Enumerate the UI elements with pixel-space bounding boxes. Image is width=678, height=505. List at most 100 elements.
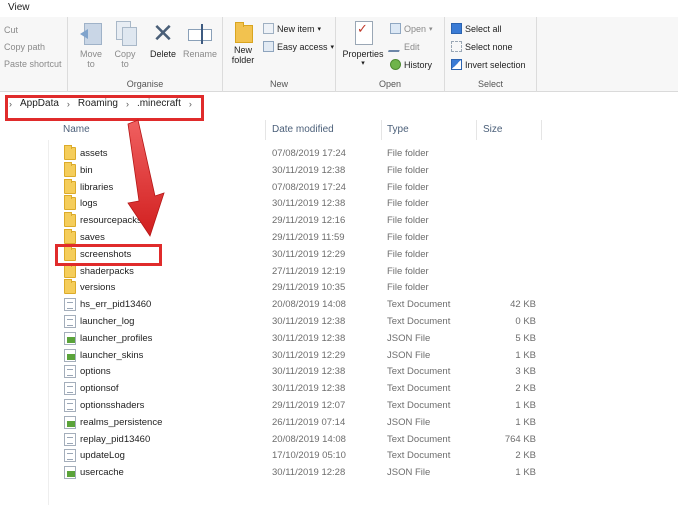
- open-group-label: Open: [378, 79, 402, 89]
- file-date-modified: 30/11/2019 12:38: [272, 316, 346, 327]
- select-all-button[interactable]: Select all: [451, 23, 502, 34]
- folder-icon: [64, 195, 76, 211]
- file-row[interactable]: updateLog 17/10/2019 05:10 Text Document 2 …: [60, 447, 550, 464]
- file-type: JSON File: [387, 349, 431, 361]
- select-group: Select all Select none Invert selection …: [445, 17, 537, 92]
- file-name: updateLog: [80, 450, 125, 462]
- open-button[interactable]: Open ▾: [390, 23, 433, 34]
- file-row[interactable]: assets 07/08/2019 17:24 File folder: [60, 145, 550, 162]
- column-divider[interactable]: [265, 120, 266, 140]
- file-row[interactable]: versions 29/11/2019 10:35 File folder: [60, 279, 550, 296]
- folder-icon: [64, 212, 76, 228]
- edit-icon: [387, 41, 404, 52]
- text-file-icon: [64, 365, 76, 379]
- tab-view[interactable]: View: [8, 2, 30, 13]
- edit-label: Edit: [404, 41, 420, 52]
- file-date-modified: 30/11/2019 12:38: [272, 332, 346, 344]
- invert-selection-icon: [451, 59, 462, 70]
- easy-access-icon: [263, 41, 274, 52]
- paste-shortcut-button[interactable]: Paste shortcut: [4, 59, 62, 69]
- invert-selection-label: Invert selection: [465, 59, 526, 70]
- file-row[interactable]: usercache 30/11/2019 12:28 JSON File 1 KB: [60, 464, 550, 481]
- new-group-label: New: [269, 79, 288, 89]
- file-row[interactable]: optionsshaders 29/11/2019 12:07 Text Docum…: [60, 397, 550, 414]
- new-item-icon: [263, 23, 274, 34]
- file-row[interactable]: resourcepacks 29/11/2019 12:16 File folder: [60, 212, 550, 229]
- new-folder-icon: [233, 21, 253, 43]
- file-row[interactable]: optionsof 30/11/2019 12:38 Text Document 2 …: [60, 380, 550, 397]
- file-date-modified: 20/08/2019 14:08: [272, 433, 346, 445]
- select-all-icon: [451, 23, 462, 34]
- new-folder-button[interactable]: New folder: [227, 21, 259, 65]
- file-type: Text Document: [387, 450, 451, 462]
- column-header-size[interactable]: Size: [483, 124, 502, 135]
- new-item-label: New item: [277, 23, 315, 34]
- column-header-type[interactable]: Type: [387, 124, 409, 135]
- file-type: File folder: [387, 198, 429, 210]
- delete-button[interactable]: ✕ Delete: [146, 20, 180, 59]
- file-row[interactable]: launcher_profiles 30/11/2019 12:38 JSON Fi…: [60, 330, 550, 347]
- file-type: Text Document: [387, 366, 451, 378]
- chevron-down-icon: ▾: [317, 25, 322, 33]
- file-type: File folder: [387, 282, 429, 294]
- file-size: 1 KB: [515, 467, 536, 479]
- folder-icon: [64, 262, 76, 278]
- paste-shortcut-label: Paste shortcut: [4, 59, 62, 69]
- chevron-down-icon: ▾: [330, 43, 335, 51]
- file-name: realms_persistence: [80, 416, 163, 428]
- file-size: 5 KB: [515, 332, 536, 344]
- screenshots-highlight-box: [55, 244, 162, 266]
- file-row[interactable]: logs 30/11/2019 12:38 File folder: [60, 195, 550, 212]
- column-divider[interactable]: [541, 120, 542, 140]
- new-item-button[interactable]: New item ▾: [263, 23, 321, 34]
- column-divider[interactable]: [381, 120, 382, 140]
- file-row[interactable]: hs_err_pid13460 20/08/2019 14:08 Text Docu…: [60, 296, 550, 313]
- easy-access-button[interactable]: Easy access ▾: [263, 41, 334, 52]
- new-group: New folder New item ▾ Easy access ▾ New: [223, 17, 336, 92]
- ribbon-tab-bar: View: [0, 0, 678, 17]
- history-button[interactable]: History: [390, 59, 432, 70]
- file-row[interactable]: realms_persistence 26/11/2019 07:14 JSON F…: [60, 414, 550, 431]
- file-row[interactable]: launcher_skins 30/11/2019 12:29 JSON File 1…: [60, 347, 550, 364]
- text-file-icon: [64, 315, 76, 328]
- select-none-icon: [451, 41, 462, 52]
- column-divider[interactable]: [476, 120, 477, 140]
- file-date-modified: 07/08/2019 17:24: [272, 181, 346, 193]
- rename-button[interactable]: Rename: [182, 21, 218, 59]
- copy-path-button[interactable]: Copy path: [4, 42, 45, 52]
- folder-icon: [64, 229, 76, 244]
- file-row[interactable]: libraries 07/08/2019 17:24 File folder: [60, 178, 550, 196]
- column-header-name[interactable]: Name: [63, 124, 90, 135]
- move-to-label: Move to: [79, 49, 102, 69]
- file-row[interactable]: options 30/11/2019 12:38 Text Document 3 KB: [60, 363, 550, 380]
- file-date-modified: 30/11/2019 12:29: [272, 248, 346, 260]
- file-type: Text Document: [387, 299, 451, 311]
- file-type: JSON File: [387, 332, 431, 344]
- clipboard-group: Cut Copy path Paste shortcut: [0, 17, 68, 92]
- edit-button[interactable]: Edit: [387, 41, 420, 52]
- file-size: 3 KB: [515, 366, 536, 378]
- column-header-date[interactable]: Date modified: [272, 124, 334, 135]
- cut-button[interactable]: Cut: [4, 25, 18, 35]
- file-date-modified: 30/11/2019 12:38: [272, 198, 346, 210]
- move-to-button[interactable]: Move to: [76, 21, 106, 69]
- copy-to-button[interactable]: Copy to: [110, 21, 140, 69]
- history-label: History: [404, 59, 433, 70]
- open-label: Open: [404, 23, 427, 34]
- select-none-button[interactable]: Select none: [451, 41, 513, 52]
- ribbon: Cut Copy path Paste shortcut Move to Cop…: [0, 17, 678, 92]
- file-size: 2 KB: [515, 450, 536, 462]
- file-row[interactable]: bin 30/11/2019 12:38 File folder: [60, 161, 550, 179]
- file-type: File folder: [387, 164, 429, 176]
- file-type: File folder: [387, 215, 429, 227]
- properties-button[interactable]: Properties ▾: [340, 21, 386, 69]
- file-name: libraries: [80, 181, 114, 193]
- select-all-label: Select all: [465, 23, 502, 34]
- invert-selection-button[interactable]: Invert selection: [451, 59, 526, 70]
- file-date-modified: 26/11/2019 07:14: [272, 416, 346, 428]
- file-row[interactable]: replay_pid13460 20/08/2019 14:08 Text Docu…: [60, 431, 550, 448]
- file-row[interactable]: launcher_log 30/11/2019 12:38 Text Documen…: [60, 313, 550, 330]
- copy-to-icon: [114, 21, 137, 47]
- json-file-icon: [64, 466, 76, 480]
- open-icon: [390, 23, 401, 34]
